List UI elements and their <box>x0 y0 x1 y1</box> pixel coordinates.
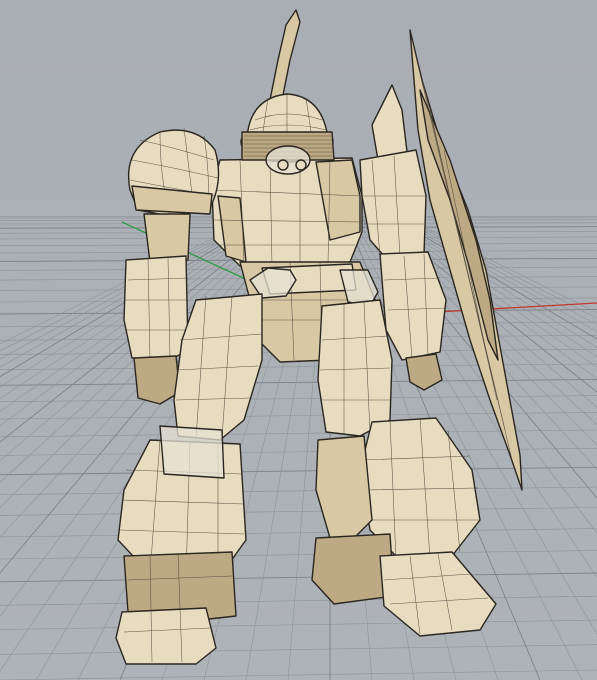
mech-robot-model[interactable] <box>115 9 523 665</box>
right-thigh[interactable] <box>317 299 393 437</box>
viewport-scene[interactable] <box>0 0 597 680</box>
grid-line <box>0 572 597 583</box>
grid-line <box>0 644 597 655</box>
3d-viewport[interactable] <box>0 0 597 680</box>
left-foot[interactable] <box>115 551 237 665</box>
grid-line <box>0 669 597 680</box>
right-shoulder[interactable] <box>359 149 427 259</box>
grid-line <box>0 619 597 630</box>
grid-line <box>0 507 597 516</box>
left-shoulder[interactable] <box>128 127 220 217</box>
grid-line <box>0 466 597 476</box>
grid-line <box>0 595 597 606</box>
grid-line <box>0 486 597 495</box>
